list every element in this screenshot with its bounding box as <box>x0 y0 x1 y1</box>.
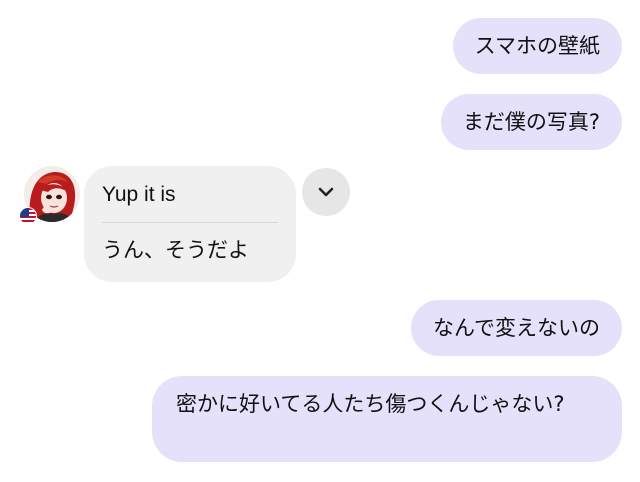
outgoing-message[interactable]: なんで変えないの <box>411 300 622 356</box>
outgoing-message[interactable]: 密かに好いてる人たち傷つくんじゃない? <box>152 376 622 462</box>
expand-translation-button[interactable] <box>302 168 350 216</box>
chevron-down-icon <box>318 187 334 197</box>
outgoing-message[interactable]: まだ僕の写真? <box>440 94 622 150</box>
outgoing-message[interactable]: スマホの壁紙 <box>452 18 622 74</box>
chat-thread: スマホの壁紙 まだ僕の写真? Yup it is うん、そうだよ なんで変えない… <box>0 0 640 482</box>
us-flag-icon <box>19 207 37 225</box>
incoming-message[interactable]: Yup it is うん、そうだよ <box>84 166 296 282</box>
original-text: Yup it is <box>102 180 278 223</box>
translated-text: うん、そうだよ <box>102 238 249 262</box>
